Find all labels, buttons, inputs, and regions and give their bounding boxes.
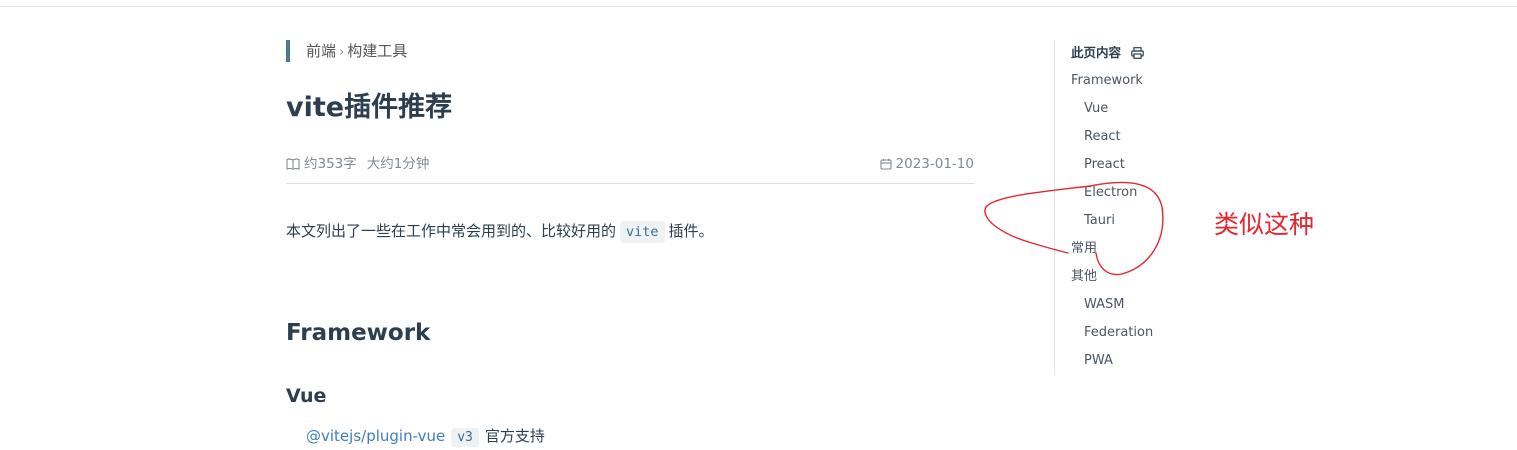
word-count: 约353字 (304, 156, 357, 172)
plugin-vue-link[interactable]: @vitejs/plugin-vue (306, 427, 445, 445)
intro-text-after: 插件。 (669, 222, 714, 240)
intro-text-before: 本文列出了一些在工作中常会用到的、比较好用的 (286, 222, 616, 240)
toc-item-electron[interactable]: Electron (1084, 184, 1137, 202)
inline-code-version: v3 (451, 428, 479, 447)
toc-item-framework[interactable]: Framework (1071, 72, 1143, 90)
inline-code-vite: vite (620, 221, 665, 243)
toc-item-other[interactable]: 其他 (1071, 268, 1097, 286)
toc-item-pwa[interactable]: PWA (1084, 352, 1113, 370)
section-heading-vue: Vue (286, 382, 326, 410)
toc-item-preact[interactable]: Preact (1084, 156, 1125, 174)
breadcrumb: 前端›构建工具 (286, 40, 407, 62)
publish-date: 2023-01-10 (896, 156, 974, 172)
section-heading-framework: Framework (286, 316, 430, 350)
toc-item-tauri[interactable]: Tauri (1084, 212, 1115, 230)
print-icon[interactable] (1131, 47, 1144, 59)
top-nav-bar (0, 0, 1517, 7)
toc-item-react[interactable]: React (1084, 128, 1121, 146)
breadcrumb-separator: › (339, 45, 344, 60)
list-item-text: 官方支持 (485, 427, 545, 445)
article-meta: 约353字大约1分钟 2023-01-10 (286, 153, 974, 175)
toc-item-common[interactable]: 常用 (1071, 240, 1097, 258)
toc-item-vue[interactable]: Vue (1084, 100, 1108, 118)
book-open-icon (286, 158, 300, 170)
intro-paragraph: 本文列出了一些在工作中常会用到的、比较好用的vite插件。 (286, 219, 714, 244)
meta-divider (286, 183, 974, 184)
toc-header: 此页内容 (1071, 44, 1144, 62)
page-title: vite插件推荐 (286, 88, 452, 128)
read-time: 大约1分钟 (367, 156, 430, 172)
toc-title: 此页内容 (1071, 45, 1121, 60)
calendar-icon (880, 158, 892, 170)
breadcrumb-parent[interactable]: 前端 (306, 42, 336, 60)
breadcrumb-current[interactable]: 构建工具 (347, 42, 407, 60)
list-item: @vitejs/plugin-vue v3 官方支持 (306, 424, 545, 450)
toc-item-federation[interactable]: Federation (1084, 324, 1153, 342)
annotation-note: 类似这种 (1214, 208, 1314, 242)
toc-item-wasm[interactable]: WASM (1084, 296, 1125, 314)
